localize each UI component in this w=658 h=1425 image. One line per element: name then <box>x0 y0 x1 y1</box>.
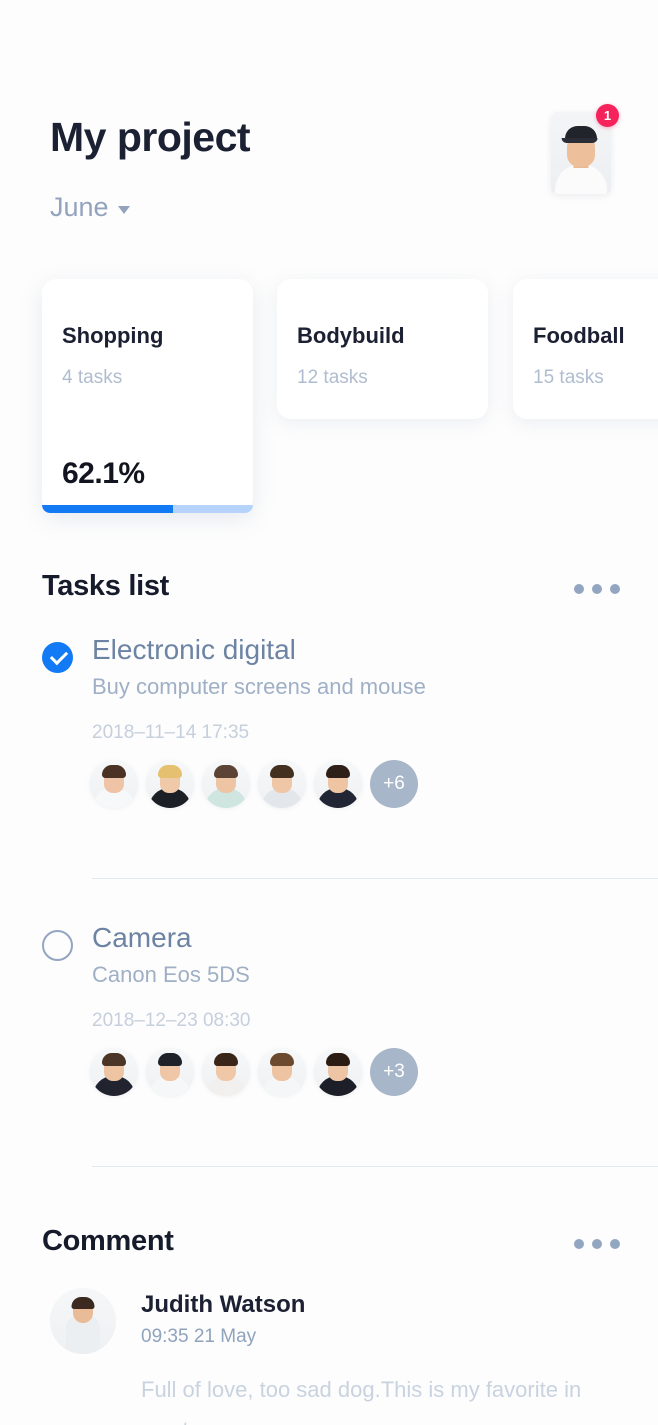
member-avatar[interactable] <box>314 1048 362 1096</box>
task-description: Canon Eos 5DS <box>92 962 250 987</box>
member-overflow-count[interactable]: +3 <box>370 1048 418 1096</box>
member-overflow-count[interactable]: +6 <box>370 760 418 808</box>
tasks-list-title: Tasks list <box>42 570 170 602</box>
task-timestamp: 2018–12–23 08:30 <box>92 1010 251 1031</box>
project-card-title: Bodybuild <box>297 323 405 348</box>
project-card-title: Shopping <box>62 323 164 348</box>
page-header: My project June 1 <box>0 100 658 245</box>
member-avatar[interactable] <box>146 760 194 808</box>
task-divider <box>92 1166 658 1167</box>
profile-avatar-button[interactable]: 1 <box>551 104 619 194</box>
member-avatar[interactable] <box>202 760 250 808</box>
project-card-title: Foodball <box>533 323 625 348</box>
more-options-icon[interactable] <box>574 584 620 594</box>
member-avatar[interactable] <box>146 1048 194 1096</box>
project-card-bodybuild[interactable]: Bodybuild 12 tasks <box>277 279 488 419</box>
task-title: Camera <box>92 922 192 953</box>
page-title: My project <box>50 114 251 160</box>
month-label: June <box>50 192 109 222</box>
task-member-avatars[interactable]: +3 <box>90 1048 418 1096</box>
comment-section-title: Comment <box>42 1225 174 1257</box>
member-avatar[interactable] <box>202 1048 250 1096</box>
task-checkbox-completed[interactable] <box>42 642 73 673</box>
member-avatar[interactable] <box>314 760 362 808</box>
comment-author-name: Judith Watson <box>141 1291 306 1318</box>
member-avatar[interactable] <box>258 760 306 808</box>
progress-bar-fill <box>42 505 174 513</box>
member-avatar[interactable] <box>90 1048 138 1096</box>
project-card-percent: 62.1% <box>62 457 145 490</box>
project-cards-scroller[interactable]: Shopping 4 tasks 62.1% Bodybuild 12 task… <box>0 270 658 550</box>
project-card-foodball[interactable]: Foodball 15 tasks <box>513 279 658 419</box>
comment-author-avatar[interactable] <box>50 1288 116 1354</box>
task-checkbox-open[interactable] <box>42 930 73 961</box>
project-card-task-count: 15 tasks <box>533 367 604 388</box>
chevron-down-icon <box>117 206 130 214</box>
task-divider <box>92 878 658 879</box>
comment-section-header: Comment <box>0 1225 658 1269</box>
more-options-icon[interactable] <box>574 1239 620 1249</box>
task-title: Electronic digital <box>92 634 296 665</box>
tasks-list-header: Tasks list <box>0 570 658 614</box>
member-avatar[interactable] <box>258 1048 306 1096</box>
task-timestamp: 2018–11–14 17:35 <box>92 722 250 743</box>
project-card-task-count: 4 tasks <box>62 367 123 388</box>
comment-text: Full of love, too sad dog.This is my fav… <box>141 1377 582 1425</box>
task-description: Buy computer screens and mouse <box>92 674 426 699</box>
comment-timestamp: 09:35 21 May <box>141 1326 257 1347</box>
project-card-task-count: 12 tasks <box>297 367 368 388</box>
task-member-avatars[interactable]: +6 <box>90 760 418 808</box>
progress-bar <box>42 505 253 513</box>
month-selector[interactable]: June <box>50 192 130 223</box>
project-card-shopping[interactable]: Shopping 4 tasks 62.1% <box>42 279 253 513</box>
member-avatar[interactable] <box>90 760 138 808</box>
notification-badge: 1 <box>596 104 619 127</box>
app-screen: My project June 1 Shopping 4 tasks 62.1% <box>0 0 658 1425</box>
